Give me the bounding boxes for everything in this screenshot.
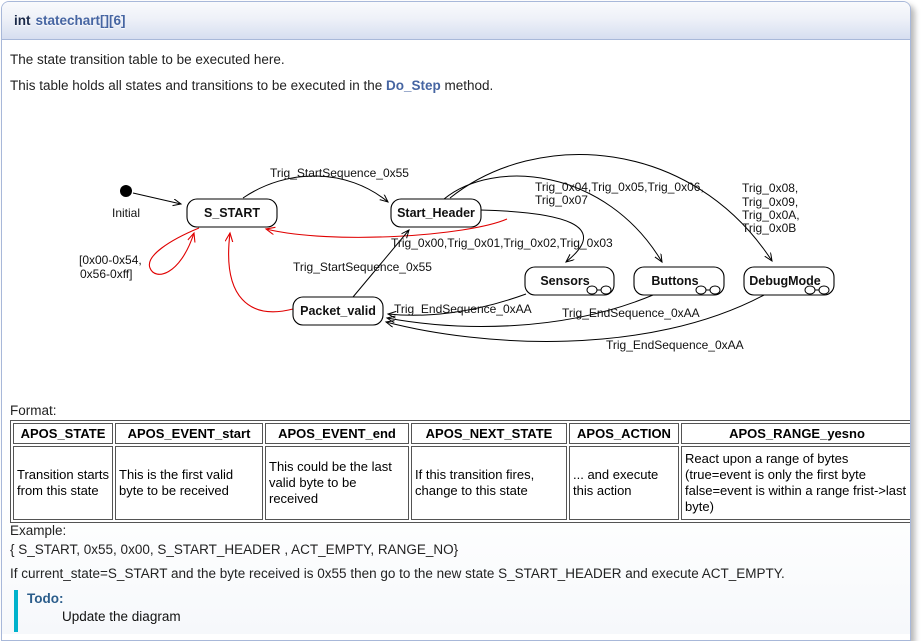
- col-header-apos-state: APOS_STATE: [13, 423, 113, 444]
- label-sensors-trigs: Trig_0x00,Trig_0x01,Trig_0x02,Trig_0x03: [391, 236, 613, 250]
- col-header-apos-next-state: APOS_NEXT_STATE: [411, 423, 567, 444]
- format-table: APOS_STATE APOS_EVENT_start APOS_EVENT_e…: [10, 420, 911, 523]
- label-range-loop-1: [0x00-0x54,: [79, 253, 142, 267]
- substate-icon: [601, 286, 611, 294]
- edge-initial-to-sstart: [133, 193, 181, 204]
- description-line-2: This table holds all states and transiti…: [10, 78, 493, 93]
- label-start-sequence-mid: Trig_StartSequence_0x55: [293, 260, 432, 274]
- cell-apos-range-yesno: React upon a range of bytes (true=event …: [681, 446, 911, 520]
- label-buttons-trigs-2: Trig_0x07: [535, 193, 588, 207]
- label-start-sequence-top: Trig_StartSequence_0x55: [270, 166, 409, 180]
- label-debug-trigs-4: Trig_0x0B: [742, 221, 796, 235]
- state-label-start-header: Start_Header: [397, 206, 475, 220]
- format-table-row: Transition starts from this state This i…: [13, 446, 911, 520]
- description-line-2-suffix: method.: [441, 78, 494, 93]
- description-line-1: The state transition table to be execute…: [10, 52, 285, 67]
- col-header-apos-event-end: APOS_EVENT_end: [265, 423, 409, 444]
- example-code: { S_START, 0x55, 0x00, S_START_HEADER , …: [10, 540, 458, 559]
- member-doc-panel: int statechart[][6] The state transition…: [1, 1, 911, 641]
- col-header-apos-range-yesno: APOS_RANGE_yesno: [681, 423, 911, 444]
- do-step-link[interactable]: Do_Step: [386, 78, 441, 93]
- label-debug-trigs-2: Trig_0x09,: [742, 195, 798, 209]
- cell-apos-event-start: This is the first valid byte to be recei…: [115, 446, 263, 520]
- format-label: Format:: [10, 403, 57, 418]
- edge-packetvalid-to-sstart: [229, 233, 293, 312]
- label-range-loop-2: 0x56-0xff]: [80, 267, 132, 281]
- label-debug-trigs-3: Trig_0x0A,: [742, 208, 800, 222]
- todo-label: Todo:: [27, 591, 181, 606]
- label-end-sequence-3: Trig_EndSequence_0xAA: [606, 338, 744, 352]
- state-label-sensors: Sensors: [540, 274, 589, 288]
- col-header-apos-event-start: APOS_EVENT_start: [115, 423, 263, 444]
- example-block: Example: { S_START, 0x55, 0x00, S_START_…: [10, 521, 458, 559]
- state-label-packet-valid: Packet_valid: [300, 304, 376, 318]
- label-end-sequence-1: Trig_EndSequence_0xAA: [394, 302, 532, 316]
- state-label-buttons: Buttons: [651, 274, 698, 288]
- cell-apos-next-state: If this transition fires, change to this…: [411, 446, 567, 520]
- label-debug-trigs-1: Trig_0x08,: [742, 181, 798, 195]
- substate-icon: [710, 286, 720, 294]
- edge-sstart-self-loop: [149, 228, 199, 274]
- initial-state-label: Initial: [112, 206, 140, 220]
- description-line-2-prefix: This table holds all states and transiti…: [10, 78, 386, 93]
- label-end-sequence-2: Trig_EndSequence_0xAA: [562, 306, 700, 320]
- statechart-diagram: Initial: [2, 100, 911, 400]
- member-name: statechart[][6]: [36, 13, 126, 28]
- member-type: int: [14, 13, 31, 28]
- member-doc-body: The state transition table to be execute…: [2, 40, 910, 634]
- state-label-s-start: S_START: [204, 206, 260, 220]
- state-label-debugmode: DebugMode: [749, 274, 821, 288]
- explanation-text: If current_state=S_START and the byte re…: [10, 566, 785, 581]
- todo-section: Todo: Update the diagram: [14, 590, 181, 632]
- label-buttons-trigs-1: Trig_0x04,Trig_0x05,Trig_0x06,: [535, 180, 704, 194]
- initial-state-dot: [120, 185, 132, 197]
- example-label: Example:: [10, 521, 458, 540]
- cell-apos-event-end: This could be the last valid byte to be …: [265, 446, 409, 520]
- member-title-bar: int statechart[][6]: [2, 2, 910, 40]
- col-header-apos-action: APOS_ACTION: [569, 423, 679, 444]
- cell-apos-state: Transition starts from this state: [13, 446, 113, 520]
- todo-text: Update the diagram: [62, 609, 181, 624]
- format-table-header-row: APOS_STATE APOS_EVENT_start APOS_EVENT_e…: [13, 423, 911, 444]
- cell-apos-action: ... and execute this action: [569, 446, 679, 520]
